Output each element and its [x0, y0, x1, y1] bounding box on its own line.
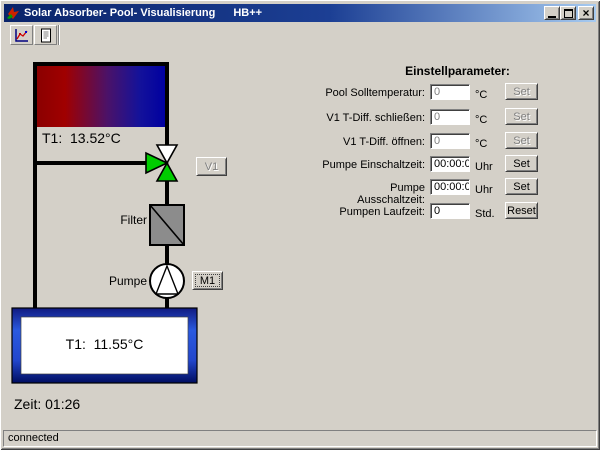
window-title-suffix: HB++: [233, 7, 263, 19]
param-unit: °C: [475, 138, 488, 150]
set-button[interactable]: Set: [505, 132, 538, 149]
set-button[interactable]: Set: [505, 178, 538, 195]
param-row-v1-tdiff-schliessen: V1 T-Diff. schließen: °C Set: [320, 108, 548, 126]
caption-buttons: ×: [544, 6, 594, 20]
motor-m1-button[interactable]: M1: [192, 271, 223, 290]
param-unit: °C: [475, 114, 488, 126]
right-pipe-upper: [165, 62, 169, 146]
pool-solltemperatur-input[interactable]: [430, 84, 470, 100]
close-icon: ×: [582, 6, 590, 20]
left-pipe: [33, 62, 37, 308]
pumpen-laufzeit-input[interactable]: [430, 203, 470, 219]
settings-header: Einstellparameter:: [405, 64, 510, 78]
close-button[interactable]: ×: [578, 6, 594, 20]
maximize-button[interactable]: [560, 6, 576, 20]
collector-gradient: [37, 66, 165, 127]
pumpe-einschaltzeit-input[interactable]: [430, 156, 470, 172]
connection-status: connected: [8, 432, 59, 444]
pumpe-ausschaltzeit-input[interactable]: [430, 179, 470, 195]
set-button[interactable]: Set: [505, 108, 538, 125]
toolbar: [4, 23, 596, 46]
window-title: Solar Absorber- Pool- Visualisierung: [24, 7, 216, 19]
chart-toolbar-button[interactable]: [10, 25, 33, 45]
set-button[interactable]: Set: [505, 155, 538, 172]
param-row-pumpe-ausschaltzeit: Pumpe Ausschaltzeit: Uhr Set: [320, 178, 548, 206]
app-window: Solar Absorber- Pool- Visualisierung HB+…: [0, 0, 600, 450]
param-row-v1-tdiff-oeffnen: V1 T-Diff. öffnen: °C Set: [320, 132, 548, 150]
param-unit: Std.: [475, 208, 495, 220]
param-unit: Uhr: [475, 161, 493, 173]
v1-tdiff-oeffnen-input[interactable]: [430, 133, 470, 149]
reset-button[interactable]: Reset: [505, 202, 538, 219]
v1-tdiff-schliessen-input[interactable]: [430, 109, 470, 125]
param-row-pumpen-laufzeit: Pumpen Laufzeit: Std. Reset: [320, 202, 548, 220]
valve-left-triangle: [145, 151, 169, 175]
param-label: Pool Solltemperatur:: [325, 87, 425, 99]
filter-box: [149, 204, 185, 246]
chart-icon: [14, 28, 28, 42]
pool-temp-label: T1: 11.55°C: [65, 336, 144, 352]
maximize-icon: [563, 8, 573, 18]
pipe-pump-to-pool: [165, 297, 169, 309]
pipe-filter-to-pump: [165, 244, 169, 266]
param-unit: °C: [475, 89, 488, 101]
bypass-pipe: [33, 161, 146, 165]
filter-diagonal: [149, 204, 185, 246]
toolbar-separator: [58, 25, 60, 45]
pump-circle: [149, 263, 185, 299]
app-icon: [7, 7, 19, 19]
time-label: Zeit: 01:26: [14, 396, 81, 412]
param-row-pool-solltemperatur: Pool Solltemperatur: °C Set: [320, 83, 548, 101]
param-label: Pumpe Einschaltzeit:: [322, 159, 425, 171]
param-label: V1 T-Diff. schließen:: [326, 112, 425, 124]
param-label: Pumpen Laufzeit:: [339, 206, 425, 218]
minimize-icon: [548, 15, 556, 18]
collector-temp-label: T1: 13.52°C: [42, 130, 121, 146]
set-button[interactable]: Set: [505, 83, 538, 100]
status-bar: connected: [3, 430, 597, 447]
valve-top-triangle: [155, 144, 179, 165]
collector-top-pipe: [33, 62, 169, 66]
pump-label: Pumpe: [108, 274, 147, 288]
pipe-valve-to-filter: [165, 179, 169, 206]
minimize-button[interactable]: [544, 6, 560, 20]
valve-v1-button[interactable]: V1: [196, 157, 227, 176]
report-toolbar-button[interactable]: [34, 25, 57, 45]
report-icon: [40, 28, 51, 42]
param-unit: Uhr: [475, 184, 493, 196]
title-bar: Solar Absorber- Pool- Visualisierung HB+…: [4, 4, 596, 22]
param-row-pumpe-einschaltzeit: Pumpe Einschaltzeit: Uhr Set: [320, 155, 548, 173]
pump-triangle: [154, 264, 180, 295]
filter-label: Filter: [120, 213, 147, 227]
valve-bottom-triangle: [155, 161, 179, 182]
param-label: V1 T-Diff. öffnen:: [343, 136, 425, 148]
